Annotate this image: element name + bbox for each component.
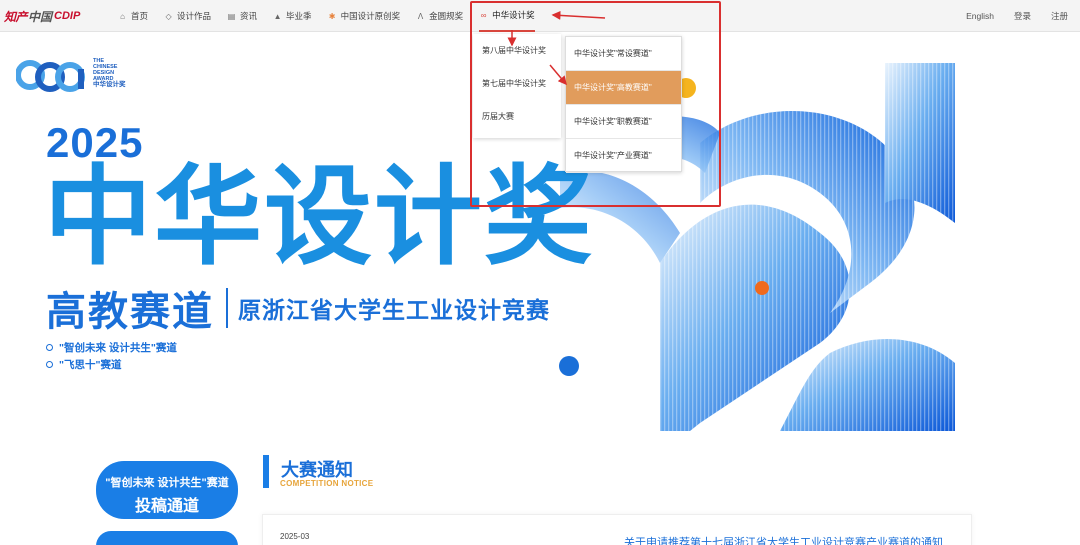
submit-button-track: "智创未来 设计共生"赛道 [105, 477, 229, 489]
notice-link[interactable]: 关于申请推荐第十七届浙江省大学生工业设计竞赛产业赛道的通知 [624, 534, 943, 545]
notice-subtitle: COMPETITION NOTICE [280, 479, 374, 488]
notice-date: 2025-03 [280, 532, 310, 541]
submit-channel-button[interactable]: "智创未来 设计共生"赛道 投稿通道 [96, 461, 238, 519]
secondary-channel-button[interactable] [96, 531, 238, 545]
notice-accent-bar [263, 455, 269, 488]
submit-button-label: 投稿通道 [134, 498, 199, 515]
